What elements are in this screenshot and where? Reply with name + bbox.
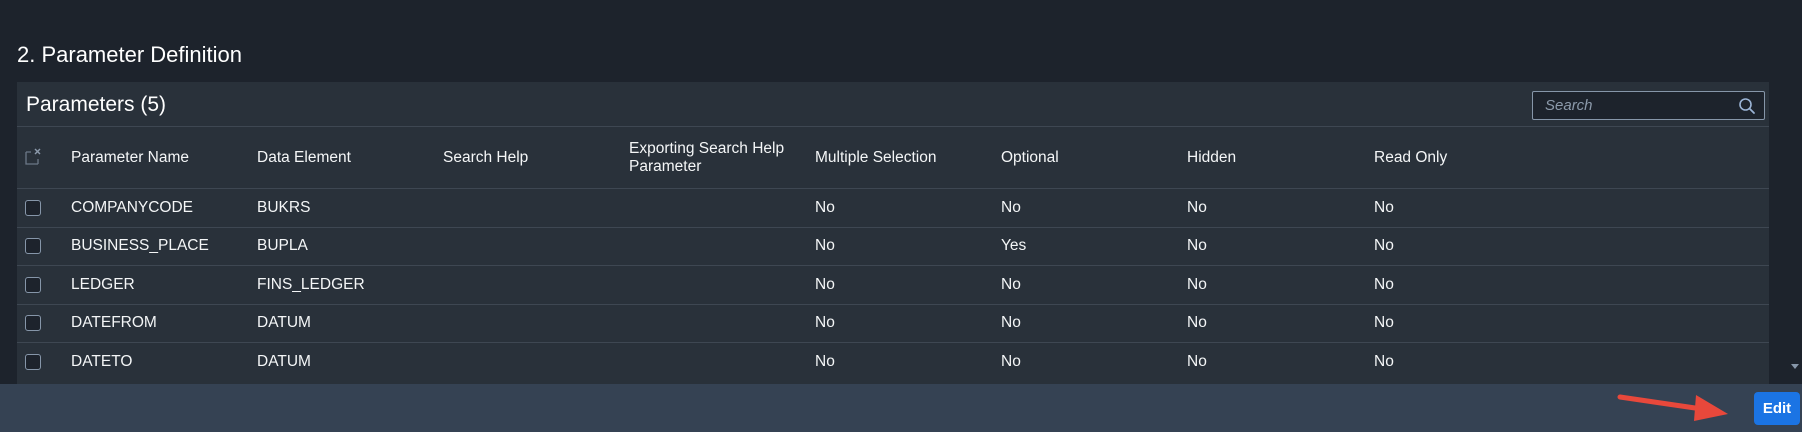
cell-search-help xyxy=(433,227,619,266)
column-header-hidden[interactable]: Hidden xyxy=(1177,127,1364,189)
panel-title: Parameters (5) xyxy=(26,93,167,116)
column-header-parameter-name[interactable]: Parameter Name xyxy=(61,127,247,189)
cell-data-element: DATUM xyxy=(257,353,311,370)
cell-hidden: No xyxy=(1187,353,1207,370)
search-field[interactable] xyxy=(1532,91,1765,120)
cell-multiple-selection: No xyxy=(815,275,835,293)
column-header-exporting-search-help-parameter[interactable]: Exporting Search Help Parameter xyxy=(619,127,805,189)
row-select-cell xyxy=(17,304,61,343)
row-select-cell xyxy=(17,343,61,382)
cell-read-only: No xyxy=(1374,275,1394,293)
red-arrow-icon xyxy=(1617,394,1728,421)
parameters-table: Parameter Name Data Element Search Help … xyxy=(17,126,1769,381)
cell-parameter-name: DATETO xyxy=(71,353,133,370)
section-title: 2. Parameter Definition xyxy=(17,42,242,67)
column-header-multiple-selection[interactable]: Multiple Selection xyxy=(805,127,991,189)
column-header-optional[interactable]: Optional xyxy=(991,127,1177,189)
cell-search-help xyxy=(433,304,619,343)
cell-multiple-selection: No xyxy=(815,198,835,216)
panel-header: Parameters (5) xyxy=(17,82,1769,126)
cell-hidden: No xyxy=(1187,198,1207,216)
row-checkbox[interactable] xyxy=(25,199,41,216)
cell-hidden: No xyxy=(1187,275,1207,293)
cell-read-only: No xyxy=(1374,198,1394,216)
search-icon[interactable] xyxy=(1738,97,1756,115)
cell-exporting-search-help-parameter xyxy=(619,304,805,343)
cell-optional: No xyxy=(1001,314,1021,332)
footer-toolbar: Edit xyxy=(0,384,1802,432)
column-header-read-only[interactable]: Read Only xyxy=(1364,127,1769,189)
select-all-cell xyxy=(17,127,61,189)
cell-read-only: No xyxy=(1374,314,1394,332)
row-checkbox[interactable] xyxy=(25,238,41,255)
cell-optional: No xyxy=(1001,198,1021,216)
cell-hidden: No xyxy=(1187,314,1207,332)
search-input[interactable] xyxy=(1533,92,1735,119)
row-checkbox[interactable] xyxy=(25,276,41,293)
column-header-data-element[interactable]: Data Element xyxy=(247,127,433,189)
cell-search-help xyxy=(433,266,619,305)
cell-exporting-search-help-parameter xyxy=(619,266,805,305)
cell-data-element: FINS_LEDGER xyxy=(257,275,365,293)
page-scrollbar[interactable] xyxy=(1789,0,1802,384)
cell-parameter-name: DATEFROM xyxy=(71,314,157,332)
cell-hidden: No xyxy=(1187,237,1207,255)
cell-data-element: BUPLA xyxy=(257,237,308,255)
cell-parameter-name: LEDGER xyxy=(71,275,135,293)
cell-data-element: DATUM xyxy=(257,314,311,332)
cell-exporting-search-help-parameter xyxy=(619,343,805,382)
cell-search-help xyxy=(433,189,619,228)
cell-optional: No xyxy=(1001,353,1021,370)
cell-parameter-name: COMPANYCODE xyxy=(71,198,194,216)
scroll-down-icon[interactable] xyxy=(1791,364,1799,369)
row-select-cell xyxy=(17,189,61,228)
row-checkbox[interactable] xyxy=(25,315,41,332)
cell-multiple-selection: No xyxy=(815,314,835,332)
row-checkbox[interactable] xyxy=(25,353,41,370)
row-select-cell xyxy=(17,266,61,305)
table-header-row: Parameter Name Data Element Search Help … xyxy=(17,126,1769,189)
table-row[interactable]: LEDGER FINS_LEDGER No No No No xyxy=(17,265,1769,305)
parameters-panel: Parameters (5) Search Parameter Name Dat… xyxy=(17,82,1769,384)
cell-optional: No xyxy=(1001,275,1021,293)
table-row[interactable]: COMPANYCODE BUKRS No No No No xyxy=(17,188,1769,228)
cell-multiple-selection: No xyxy=(815,237,835,255)
cell-multiple-selection: No xyxy=(815,353,835,370)
clear-selection-icon[interactable] xyxy=(25,148,43,166)
cell-read-only: No xyxy=(1374,237,1394,255)
cell-exporting-search-help-parameter xyxy=(619,227,805,266)
row-select-cell xyxy=(17,227,61,266)
table-row[interactable]: BUSINESS_PLACE BUPLA No Yes No No xyxy=(17,227,1769,266)
cell-parameter-name: BUSINESS_PLACE xyxy=(71,237,209,255)
table-row[interactable]: DATEFROM DATUM No No No No xyxy=(17,304,1769,343)
cell-exporting-search-help-parameter xyxy=(619,189,805,228)
edit-button[interactable]: Edit xyxy=(1754,392,1800,425)
table-row[interactable]: DATETO DATUM No No No No xyxy=(17,342,1769,382)
cell-optional: Yes xyxy=(1001,237,1027,255)
cell-data-element: BUKRS xyxy=(257,198,311,216)
cell-read-only: No xyxy=(1374,353,1394,370)
column-header-search-help[interactable]: Search Help xyxy=(433,127,619,189)
cell-search-help xyxy=(433,343,619,382)
